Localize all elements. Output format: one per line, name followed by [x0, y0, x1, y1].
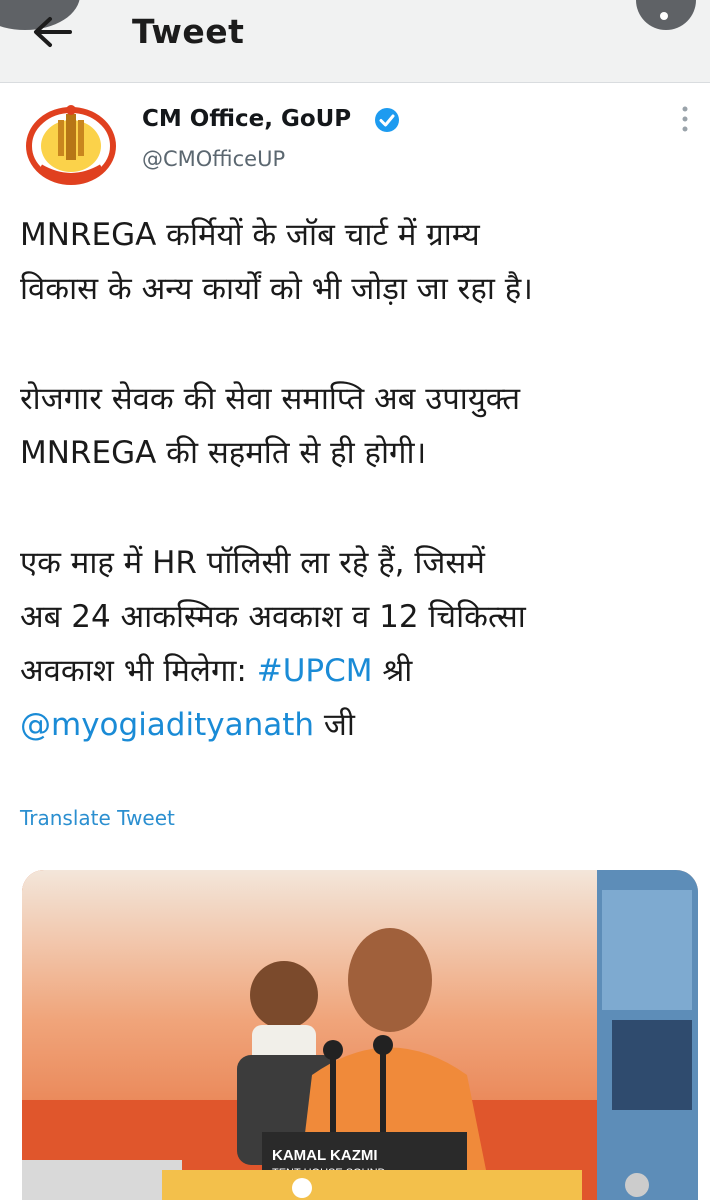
tweet-paragraph-3: एक माह में HR पॉलिसी ला रहे हैं, जिसमें … — [20, 536, 700, 752]
author-handle[interactable]: @CMOfficeUP — [142, 147, 285, 171]
text-line: MNREGA कर्मियों के जॉब चार्ट में ग्राम्य — [20, 217, 480, 253]
back-arrow-icon[interactable] — [30, 12, 74, 52]
page-title: Tweet — [132, 12, 245, 51]
tweet-text: MNREGA कर्मियों के जॉब चार्ट में ग्राम्य… — [20, 208, 700, 752]
text-line: रोजगार सेवक की सेवा समाप्ति अब उपायुक्त — [20, 381, 521, 417]
tweet-media-image[interactable]: KAMAL KAZMI TENT HOUSE SOUND — [22, 870, 698, 1200]
app-bar: Tweet — [0, 0, 710, 83]
text-line: जी — [314, 707, 355, 743]
text-line: अवकाश भी मिलेगा: — [20, 653, 257, 689]
hashtag-link[interactable]: #UPCM — [257, 653, 373, 689]
podium-sign-line-1: KAMAL KAZMI — [272, 1147, 378, 1164]
text-line: विकास के अन्य कार्यों को भी जोड़ा जा रहा… — [20, 271, 533, 307]
more-options-icon[interactable] — [680, 104, 690, 134]
text-line: एक माह में HR पॉलिसी ला रहे हैं, जिसमें — [20, 545, 485, 581]
text-line: श्री — [372, 653, 413, 689]
translate-tweet-link[interactable]: Translate Tweet — [20, 806, 175, 830]
author-name[interactable]: CM Office, GoUP — [142, 106, 351, 132]
overlay-button-right[interactable] — [636, 0, 696, 30]
tweet-paragraph-1: MNREGA कर्मियों के जॉब चार्ट में ग्राम्य… — [20, 208, 700, 316]
dot-icon — [660, 12, 668, 20]
text-line: अब 24 आकस्मिक अवकाश व 12 चिकित्सा — [20, 599, 526, 635]
mention-link[interactable]: @myogiadityanath — [20, 707, 314, 743]
tweet-paragraph-2: रोजगार सेवक की सेवा समाप्ति अब उपायुक्त … — [20, 372, 700, 480]
verified-badge-icon — [375, 108, 399, 132]
text-line: MNREGA की सहमति से ही होगी। — [20, 435, 427, 471]
avatar[interactable] — [20, 98, 122, 188]
